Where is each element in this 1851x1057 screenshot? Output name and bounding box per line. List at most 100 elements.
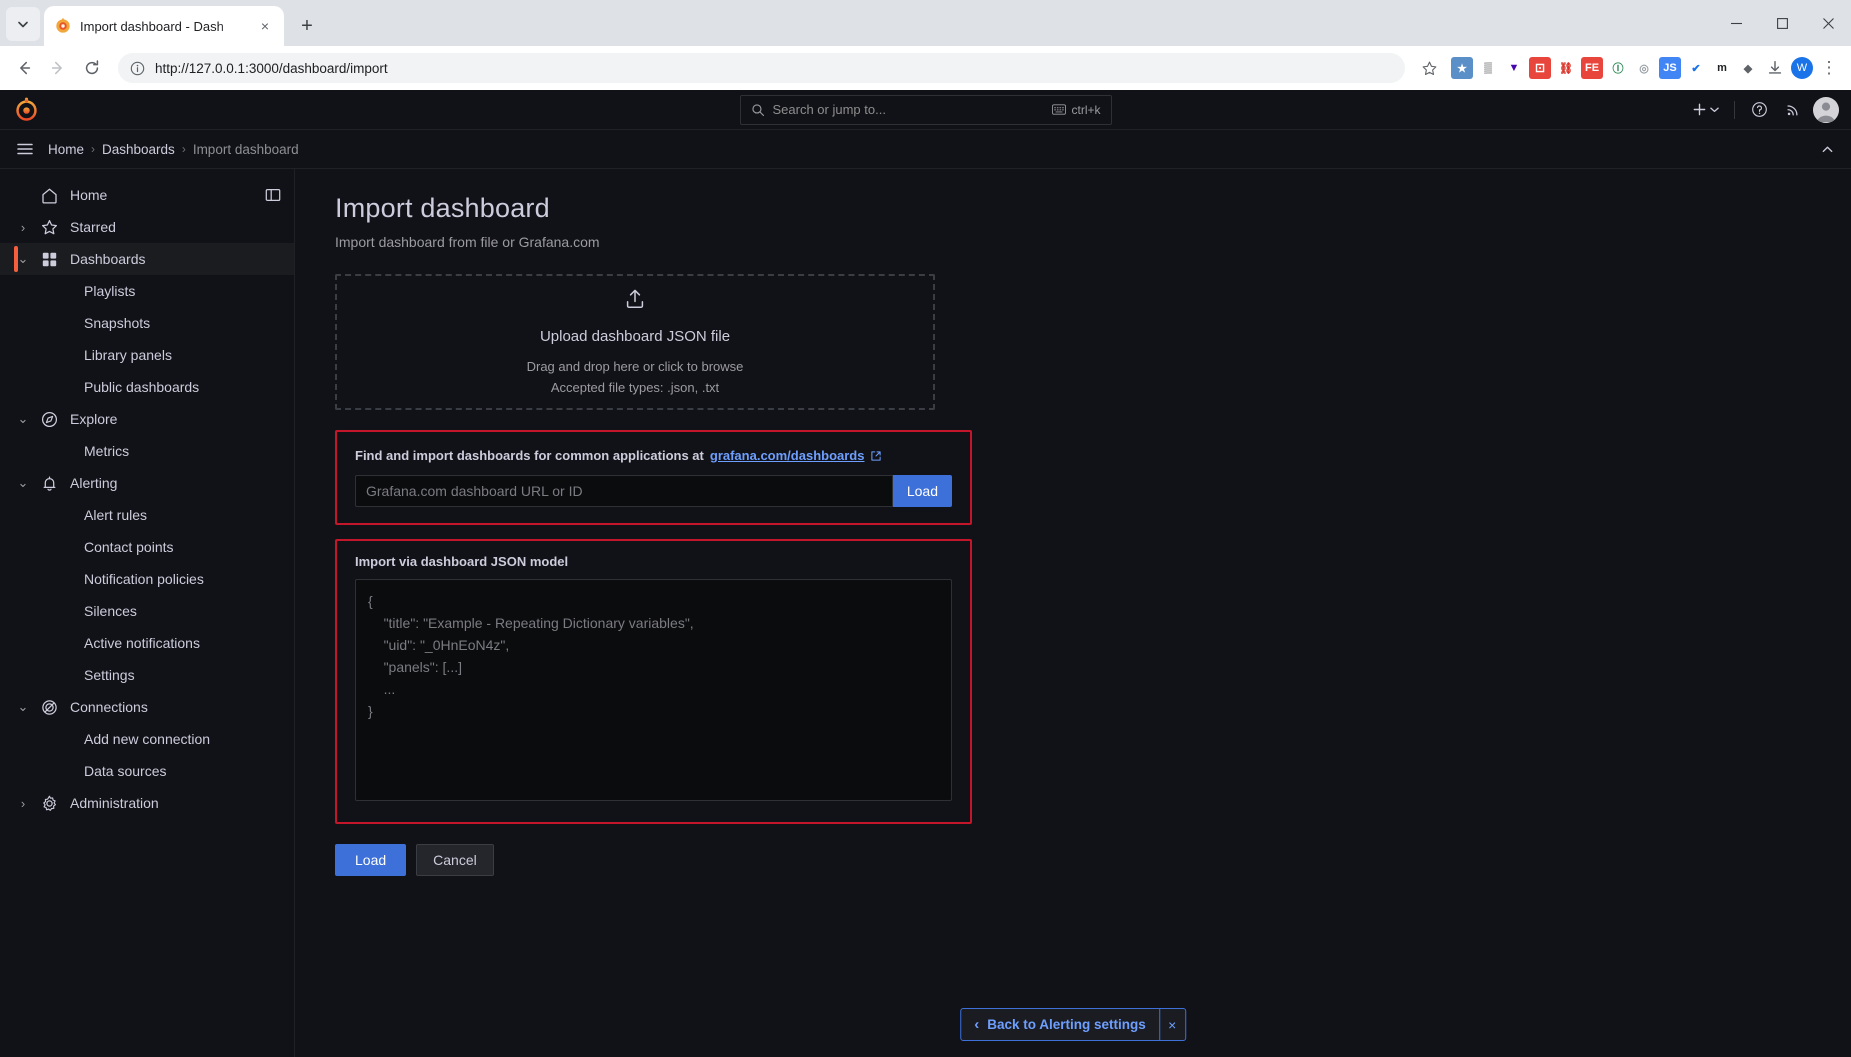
sidebar-item-label: Silences — [84, 603, 137, 619]
chevron-down-icon[interactable]: ⌄ — [12, 251, 34, 267]
address-bar[interactable]: http://127.0.0.1:3000/dashboard/import — [118, 53, 1405, 83]
user-avatar[interactable] — [1813, 96, 1839, 123]
dice-extension[interactable]: ⚀ — [1529, 57, 1551, 79]
new-tab-button[interactable]: + — [292, 11, 322, 41]
json-model-label: Import via dashboard JSON model — [355, 554, 569, 569]
grafana-logo-icon[interactable] — [12, 96, 40, 124]
back-to-alerting-settings-link[interactable]: ‹ Back to Alerting settings — [961, 1009, 1159, 1040]
chevron-right-icon[interactable]: › — [12, 220, 34, 235]
chevron-down-icon[interactable]: ⌄ — [12, 411, 34, 427]
search-input[interactable]: Search or jump to... ctrl+k — [739, 94, 1112, 125]
upload-dropzone[interactable]: Upload dashboard JSON file Drag and drop… — [335, 274, 935, 410]
javascript-extension[interactable]: JS — [1659, 57, 1681, 79]
info-circle-icon[interactable] — [130, 61, 145, 76]
browser-menu-icon[interactable]: ⋮ — [1815, 54, 1843, 82]
page-title: Import dashboard — [335, 193, 550, 223]
browser-profile-avatar[interactable]: W — [1791, 57, 1813, 79]
sidebar-item-dashboards[interactable]: ⌄ Dashboards — [0, 243, 294, 275]
downloads-icon[interactable] — [1761, 54, 1789, 82]
sidebar-item-explore[interactable]: ⌄ Explore — [0, 403, 294, 435]
bookmark-star-icon[interactable] — [1415, 54, 1443, 82]
back-button[interactable] — [8, 52, 40, 84]
breadcrumb-item-home[interactable]: Home — [48, 142, 84, 157]
bell-icon — [34, 474, 64, 493]
sidebar-item-label: Explore — [70, 411, 118, 427]
browser-window: Import dashboard - Dash × + http://127.0… — [0, 0, 1851, 1057]
sitemap-extension[interactable]: ⛓ — [1555, 57, 1577, 79]
browser-tab[interactable]: Import dashboard - Dash × — [44, 6, 284, 46]
wappalyzer-extension[interactable]: ▼ — [1503, 57, 1525, 79]
tab-close-icon[interactable]: × — [256, 17, 274, 35]
return-bar-close-icon[interactable]: × — [1158, 1009, 1185, 1040]
sidebar-item-metrics[interactable]: Metrics — [0, 435, 294, 467]
puzzle-extension[interactable]: ◆ — [1737, 57, 1759, 79]
breadcrumb-item-dashboards[interactable]: Dashboards — [102, 142, 175, 157]
sidebar-item-label: Settings — [84, 667, 135, 683]
sidebar-item-home[interactable]: Home — [0, 179, 294, 211]
sidebar-item-starred[interactable]: › Starred — [0, 211, 294, 243]
hamburger-menu-icon[interactable] — [12, 136, 38, 162]
grafana-com-url-input[interactable] — [355, 475, 893, 507]
fe-extension[interactable]: FE — [1581, 57, 1603, 79]
sidebar-item-label: Alert rules — [84, 507, 148, 523]
help-circle-icon[interactable] — [1745, 96, 1773, 124]
forward-button[interactable] — [42, 52, 74, 84]
sidebar-item-administration[interactable]: › Administration — [0, 787, 294, 819]
sidebar-item-add-new-connection[interactable]: Add new connection — [0, 723, 294, 755]
window-close-button[interactable] — [1805, 0, 1851, 46]
sidebar-item-label: Playlists — [84, 283, 136, 299]
sidebar-item-active-notifications[interactable]: Active notifications — [0, 627, 294, 659]
chevron-down-icon[interactable]: ⌄ — [12, 475, 34, 491]
form-actions: Load Cancel — [335, 844, 1851, 876]
address-bar-url: http://127.0.0.1:3000/dashboard/import — [155, 60, 388, 76]
reload-button[interactable] — [76, 52, 108, 84]
sidebar-item-notification-policies[interactable]: Notification policies — [0, 563, 294, 595]
dropzone-instruction: Drag and drop here or click to browse — [526, 359, 744, 374]
sidebar-item-alerting[interactable]: ⌄ Alerting — [0, 467, 294, 499]
tab-search-button[interactable] — [6, 7, 40, 41]
chevron-down-icon[interactable]: ⌄ — [12, 699, 34, 715]
verify-extension[interactable]: ✔ — [1685, 57, 1707, 79]
chevron-up-icon[interactable] — [1815, 137, 1839, 161]
shield-extension[interactable]: Ⓘ — [1607, 57, 1629, 79]
window-minimize-button[interactable] — [1713, 0, 1759, 46]
return-bar-label: Back to Alerting settings — [987, 1017, 1146, 1032]
sidebar-item-connections[interactable]: ⌄ Connections — [0, 691, 294, 723]
load-button[interactable]: Load — [335, 844, 407, 876]
sidebar-item-label: Active notifications — [84, 635, 200, 651]
disabled-extension[interactable]: ◎ — [1633, 57, 1655, 79]
sidebar-item-alert-rules[interactable]: Alert rules — [0, 499, 294, 531]
sidebar-item-label: Public dashboards — [84, 379, 200, 395]
sidebar-item-label: Data sources — [84, 763, 167, 779]
grafana-com-load-button[interactable]: Load — [892, 475, 952, 507]
cancel-button[interactable]: Cancel — [416, 844, 494, 876]
qr-code-extension[interactable]: ▒ — [1477, 57, 1499, 79]
home-icon — [34, 186, 64, 205]
json-model-textarea[interactable] — [355, 579, 952, 801]
grafana-com-link[interactable]: grafana.com/dashboards — [710, 448, 865, 463]
sidebar-item-snapshots[interactable]: Snapshots — [0, 307, 294, 339]
sidebar-item-settings[interactable]: Settings — [0, 659, 294, 691]
browser-tabstrip: Import dashboard - Dash × + — [0, 0, 1851, 46]
news-rss-icon[interactable] — [1779, 96, 1807, 124]
sidebar-item-library-panels[interactable]: Library panels — [0, 339, 294, 371]
add-new-button[interactable] — [1688, 96, 1724, 124]
chevron-right-icon[interactable]: › — [12, 796, 34, 811]
bookmark-manager-extension[interactable]: ★ — [1451, 57, 1473, 79]
sidebar-item-public-dashboards[interactable]: Public dashboards — [0, 371, 294, 403]
topbar-actions — [1688, 96, 1839, 124]
grafana-com-import-section: Find and import dashboards for common ap… — [335, 430, 972, 525]
sidebar-item-data-sources[interactable]: Data sources — [0, 755, 294, 787]
external-link-icon[interactable] — [870, 450, 882, 462]
sidebar-item-playlists[interactable]: Playlists — [0, 275, 294, 307]
sidebar-item-label: Starred — [70, 219, 116, 235]
search-shortcut-label: ctrl+k — [1071, 102, 1101, 117]
sidebar-item-contact-points[interactable]: Contact points — [0, 531, 294, 563]
sidebar-item-silences[interactable]: Silences — [0, 595, 294, 627]
connections-icon — [34, 698, 64, 717]
dock-menu-icon[interactable] — [262, 184, 284, 206]
m-extension[interactable]: m — [1711, 57, 1733, 79]
window-maximize-button[interactable] — [1759, 0, 1805, 46]
breadcrumb-separator: › — [181, 142, 186, 156]
gear-icon — [34, 794, 64, 813]
